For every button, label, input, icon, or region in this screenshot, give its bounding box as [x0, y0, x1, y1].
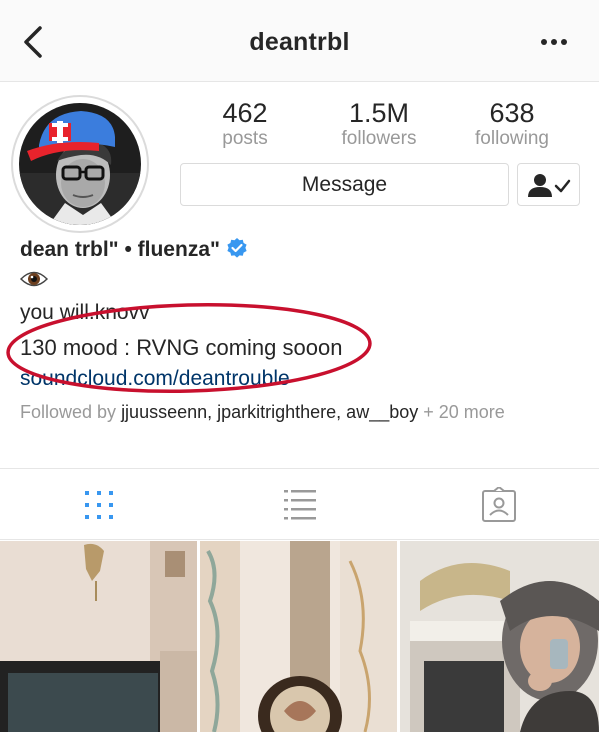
profile-name: dean trbl" • fluenza" — [20, 237, 248, 265]
top-nav-bar: deantrbl — [0, 0, 599, 82]
posts-count: 462 — [222, 98, 268, 128]
followers-label: followers — [341, 128, 417, 149]
list-icon — [284, 490, 316, 520]
grid-icon — [85, 491, 113, 519]
more-options-button[interactable] — [539, 30, 569, 54]
posts-stat[interactable]: 462 posts — [175, 98, 315, 150]
photo-1-image — [0, 541, 197, 732]
photo-2-image — [200, 541, 397, 732]
followed-by-names[interactable]: jjuusseenn, jparkitrighthere, aw__boy — [121, 402, 418, 422]
photo-tile-1[interactable] — [0, 541, 197, 732]
page-title: deantrbl — [249, 28, 350, 56]
more-horizontal-icon — [541, 39, 567, 45]
avatar-image — [19, 103, 141, 225]
message-button[interactable]: Message — [180, 163, 509, 206]
followed-by-prefix: Followed by — [20, 402, 122, 422]
followed-by-text[interactable]: Followed by jjuusseenn, jparkitrighthere… — [20, 401, 580, 424]
tab-list[interactable] — [280, 487, 320, 523]
avatar-ring[interactable] — [11, 95, 149, 233]
photo-grid — [0, 541, 599, 732]
eye-emoji-icon — [19, 268, 49, 290]
following-count: 638 — [489, 98, 535, 128]
profile-name-text: dean trbl" • fluenza" — [20, 238, 220, 261]
photo-tile-2[interactable] — [200, 541, 397, 732]
followed-by-suffix: + 20 more — [418, 402, 505, 422]
tab-grid[interactable] — [79, 487, 119, 523]
following-label: following — [475, 128, 549, 149]
avatar[interactable] — [19, 103, 141, 225]
followers-count: 1.5M — [348, 98, 410, 128]
following-status-button[interactable] — [517, 163, 580, 206]
red-annotation-circle — [6, 303, 372, 393]
user-check-icon — [527, 173, 570, 197]
profile-tab-bar — [0, 468, 599, 540]
tagged-photos-icon — [482, 485, 516, 522]
photo-tile-3[interactable] — [400, 541, 599, 732]
followers-stat[interactable]: 1.5M followers — [309, 98, 449, 150]
tab-tagged[interactable] — [479, 485, 519, 523]
verified-badge-icon — [226, 237, 248, 265]
posts-label: posts — [222, 128, 268, 149]
following-stat[interactable]: 638 following — [442, 98, 582, 150]
photo-3-image — [400, 541, 599, 732]
